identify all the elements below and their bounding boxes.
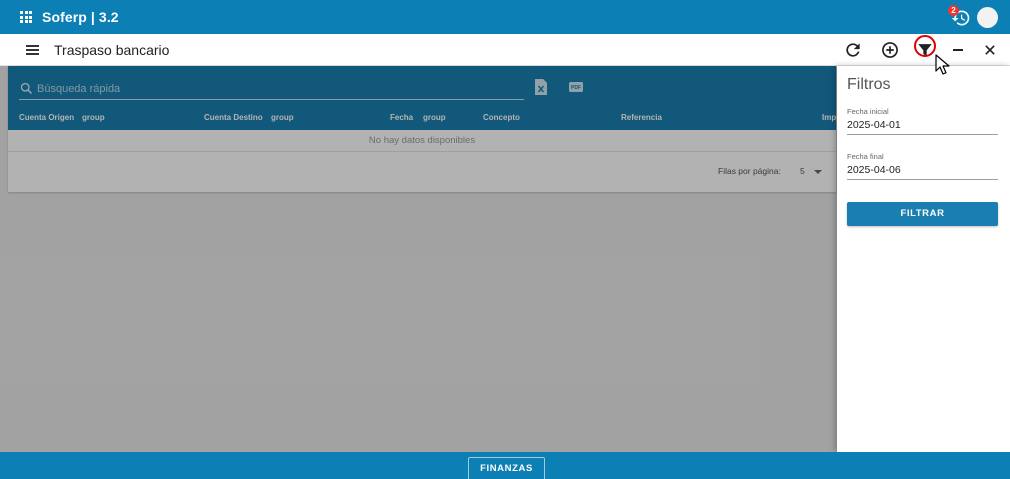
minimize-icon[interactable]: [948, 40, 968, 60]
filters-title: Filtros: [847, 76, 891, 93]
filters-panel: Filtros Fecha inicial 2025-04-01 Fecha f…: [837, 66, 1010, 452]
top-bar: Soferp | 3.2 2: [0, 0, 1010, 34]
filter-button[interactable]: FILTRAR: [847, 202, 998, 226]
app-title: Soferp | 3.2: [42, 9, 119, 25]
add-circle-icon[interactable]: [880, 40, 900, 60]
end-date-label: Fecha final: [847, 152, 884, 161]
start-date-label: Fecha inicial: [847, 107, 889, 116]
apps-grid-icon[interactable]: [20, 11, 32, 23]
mouse-cursor-icon: [935, 54, 950, 75]
bottom-bar: FINANZAS: [0, 452, 1010, 479]
start-date-field[interactable]: 2025-04-01: [847, 119, 998, 135]
close-icon[interactable]: [980, 40, 1000, 60]
page-title: Traspaso bancario: [54, 42, 170, 58]
window-toolbar: Traspaso bancario: [0, 34, 1010, 66]
avatar[interactable]: [977, 7, 998, 28]
hamburger-menu-icon[interactable]: [26, 45, 39, 55]
notification-badge: 2: [948, 5, 959, 16]
end-date-field[interactable]: 2025-04-06: [847, 164, 998, 180]
module-tab-finanzas[interactable]: FINANZAS: [468, 457, 545, 479]
refresh-icon[interactable]: [843, 40, 863, 60]
modal-overlay[interactable]: [0, 66, 837, 452]
filter-highlight-ring: [914, 35, 936, 57]
